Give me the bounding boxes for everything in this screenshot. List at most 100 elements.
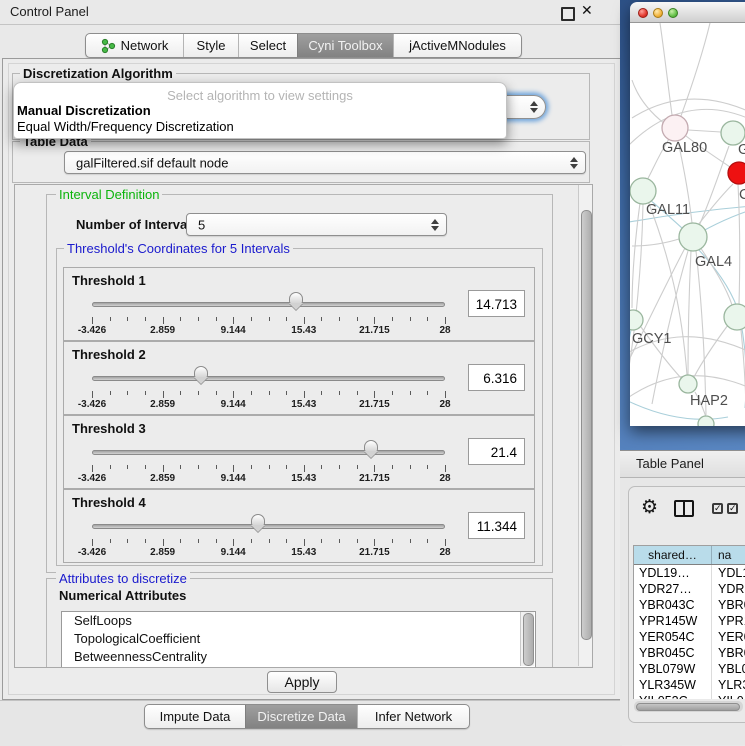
control-panel-title: Control Panel xyxy=(10,4,89,19)
table-cell[interactable]: YIL052C xyxy=(634,693,712,699)
table-cell[interactable]: YBL0 xyxy=(712,661,745,677)
close-icon[interactable]: ✕ xyxy=(581,3,593,19)
control-panel-titlebar xyxy=(0,0,622,25)
table-data-select[interactable]: galFiltered.sif default node xyxy=(64,151,586,174)
network-node-hap2[interactable] xyxy=(679,375,697,393)
table-cell[interactable]: YBR0 xyxy=(712,645,745,661)
tab-network[interactable]: Network xyxy=(86,34,183,57)
table-cell[interactable]: YDL19… xyxy=(634,565,712,581)
dropdown-item-equal-width-frequency[interactable]: Equal Width/Frequency Discretization xyxy=(17,119,503,135)
slider-thumb[interactable] xyxy=(288,292,304,310)
dropdown-item-manual-discretization[interactable]: Manual Discretization xyxy=(17,103,503,119)
slider-ticks xyxy=(92,391,445,399)
threshold-1-value-field[interactable]: 14.713 xyxy=(468,290,525,317)
table-cell[interactable]: YBR043C xyxy=(634,597,712,613)
table-cell[interactable]: YLR3 xyxy=(712,677,745,693)
slider-thumb[interactable] xyxy=(250,514,266,532)
numerical-attributes-list[interactable]: SelfLoopsTopologicalCoefficientBetweenne… xyxy=(61,611,536,668)
network-window-titlebar[interactable] xyxy=(630,2,745,23)
table-cell[interactable]: YIL0 xyxy=(712,693,745,699)
close-traffic-light-icon[interactable] xyxy=(638,8,648,18)
slider-track[interactable] xyxy=(92,302,445,307)
minimize-traffic-light-icon[interactable] xyxy=(653,8,663,18)
table-cell[interactable]: YDR2 xyxy=(712,581,745,597)
threshold-2-panel: Threshold 2 -3.4262.8599.14415.4321.7152… xyxy=(63,341,535,415)
table-row[interactable]: YBR045CYBR0 xyxy=(634,645,745,661)
list-item[interactable]: BetweennessCentrality xyxy=(62,648,535,666)
slider-track[interactable] xyxy=(92,524,445,529)
threshold-4-slider[interactable] xyxy=(92,514,445,538)
tab-cyni-toolbox[interactable]: Cyni Toolbox xyxy=(297,34,393,57)
column-header-shared[interactable]: shared… xyxy=(634,546,712,564)
threshold-4-panel: Threshold 4 -3.4262.8599.14415.4321.7152… xyxy=(63,489,535,563)
table-row[interactable]: YBL079WYBL0 xyxy=(634,661,745,677)
network-node-highlighted-red[interactable] xyxy=(728,162,745,184)
apply-button[interactable]: Apply xyxy=(267,671,337,693)
gear-icon[interactable]: ⚙ xyxy=(641,497,658,517)
node-label-partial-c: C xyxy=(739,187,745,203)
threshold-3-value-field[interactable]: 21.4 xyxy=(468,438,525,465)
table-cell[interactable]: YPR1 xyxy=(712,613,745,629)
threshold-1-slider[interactable] xyxy=(92,292,445,316)
slider-track[interactable] xyxy=(92,376,445,381)
list-item[interactable]: TopologicalCoefficient xyxy=(62,630,535,648)
tab-jactivemnodules[interactable]: jActiveMNodules xyxy=(393,34,521,57)
threshold-3-slider[interactable] xyxy=(92,440,445,464)
table-cell[interactable]: YER054C xyxy=(634,629,712,645)
table-horizontal-scrollbar[interactable] xyxy=(634,701,743,712)
float-window-icon[interactable] xyxy=(561,7,575,21)
table-cell[interactable]: YBR045C xyxy=(634,645,712,661)
number-of-intervals-select[interactable]: 5 xyxy=(186,213,447,236)
tab-discretize-data[interactable]: Discretize Data xyxy=(245,705,357,728)
settings-scrollbar[interactable] xyxy=(578,185,592,666)
table-cell[interactable]: YDL1 xyxy=(712,565,745,581)
checkbox-icon[interactable]: ✓ xyxy=(712,503,723,514)
slider-thumb[interactable] xyxy=(363,440,379,458)
threshold-1-panel: Threshold 1 -3.4262.8599.14415.4321.7152… xyxy=(63,267,535,341)
threshold-2-value-field[interactable]: 6.316 xyxy=(468,364,525,391)
network-node-gal4[interactable] xyxy=(679,223,707,251)
table-row[interactable]: YDL19…YDL1 xyxy=(634,565,745,581)
scrollbar-thumb[interactable] xyxy=(581,210,592,640)
scrollbar-thumb[interactable] xyxy=(523,613,534,666)
zoom-traffic-light-icon[interactable] xyxy=(668,8,678,18)
table-row[interactable]: YIL052CYIL0 xyxy=(634,693,745,699)
table-cell[interactable]: YDR27… xyxy=(634,581,712,597)
network-node-h[interactable] xyxy=(724,304,745,330)
scrollbar-thumb[interactable] xyxy=(636,703,740,711)
table-row[interactable]: YBR043CYBR0 xyxy=(634,597,745,613)
checkbox-icon[interactable]: ✓ xyxy=(727,503,738,514)
tab-style[interactable]: Style xyxy=(183,34,238,57)
table-row[interactable]: YPR145WYPR1 xyxy=(634,613,745,629)
table-cell[interactable]: YLR345W xyxy=(634,677,712,693)
threshold-3-label: Threshold 3 xyxy=(72,421,146,436)
node-attribute-table: shared… na YDL19…YDL1YDR27…YDR2YBR043CYB… xyxy=(633,545,745,699)
attributes-list-scrollbar[interactable] xyxy=(520,612,534,666)
table-cell[interactable]: YBR0 xyxy=(712,597,745,613)
slider-track[interactable] xyxy=(92,450,445,455)
slider-thumb[interactable] xyxy=(193,366,209,384)
table-cell[interactable]: YPR145W xyxy=(634,613,712,629)
network-node-gal11[interactable] xyxy=(630,178,656,204)
list-item[interactable]: SelfLoops xyxy=(62,612,535,630)
tab-impute-data[interactable]: Impute Data xyxy=(145,705,245,728)
node-label-gal11: GAL11 xyxy=(646,202,690,218)
network-node-gal80[interactable] xyxy=(662,115,688,141)
network-canvas[interactable]: GAL80 GA C GAL11 GAL4 GCY1 H HAP2 xyxy=(630,23,745,426)
tab-select[interactable]: Select xyxy=(238,34,297,57)
split-columns-icon[interactable] xyxy=(674,500,694,517)
combobox-arrows-icon xyxy=(431,219,439,231)
column-header-name[interactable]: na xyxy=(712,546,745,564)
number-of-intervals-label: Number of Intervals xyxy=(76,217,198,232)
table-cell[interactable]: YER0 xyxy=(712,629,745,645)
threshold-2-slider[interactable] xyxy=(92,366,445,390)
tab-infer-network[interactable]: Infer Network xyxy=(357,705,469,728)
network-node-bottom[interactable] xyxy=(698,416,714,426)
network-icon xyxy=(101,38,116,54)
table-row[interactable]: YER054CYER0 xyxy=(634,629,745,645)
table-row[interactable]: YDR27…YDR2 xyxy=(634,581,745,597)
table-cell[interactable]: YBL079W xyxy=(634,661,712,677)
threshold-4-value-field[interactable]: 11.344 xyxy=(468,512,525,539)
table-row[interactable]: YLR345WYLR3 xyxy=(634,677,745,693)
cyni-mode-tabs: Impute Data Discretize Data Infer Networ… xyxy=(144,704,470,729)
